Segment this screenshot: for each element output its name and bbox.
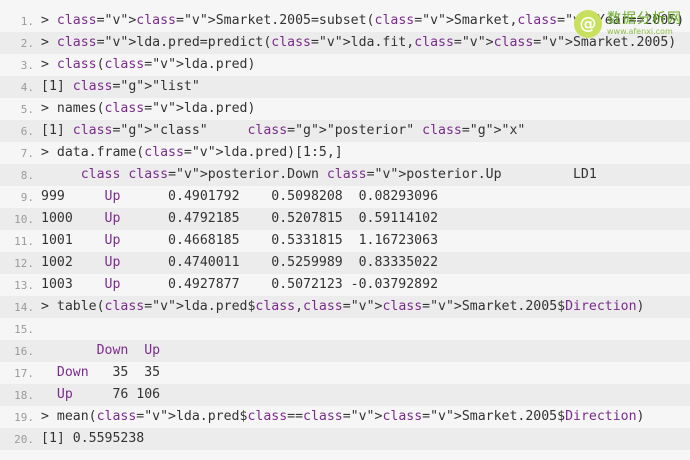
code-text: [1] 0.5595238 [41,431,145,446]
code-line: 4. [1] class="g">"list" [0,76,690,98]
code-text: > table(class="v">lda.pred$class,class="… [41,299,645,314]
code-text: 999 Up 0.4901792 0.5098208 0.08293096 [41,189,439,204]
line-number: 15. [14,322,34,336]
line-number: 9. [20,190,34,204]
line-number: 13. [14,278,34,292]
code-line: 18. Up 76 106 [0,384,690,406]
watermark-url: www.afenxi.com [607,27,673,36]
code-line: 16. Down Up [0,340,690,362]
line-number: 18. [14,388,34,402]
line-number: 3. [20,58,34,72]
code-text: > names(class="v">lda.pred) [41,101,256,116]
code-text: class class="v">posterior.Down class="v"… [80,167,597,182]
line-number: 1. [20,14,34,28]
line-number: 7. [20,146,34,160]
watermark-title: 数据分析网 [607,11,682,27]
line-number: 5. [20,102,34,116]
code-line: 5. > names(class="v">lda.pred) [0,98,690,120]
code-line: 8. class class="v">posterior.Down class=… [0,164,690,186]
code-text: [1] class="g">"list" [41,79,200,94]
line-number: 10. [14,212,34,226]
line-number: 8. [20,168,34,182]
code-text: 1003 Up 0.4927877 0.5072123 -0.03792892 [41,277,439,292]
code-line: 14. > table(class="v">lda.pred$class,clas… [0,296,690,318]
code-text: Down Up [96,343,161,358]
line-number: 20. [14,432,34,446]
code-line: 3. > class(class="v">lda.pred) [0,54,690,76]
line-number: 14. [14,300,34,314]
line-number: 4. [20,80,34,94]
line-number: 16. [14,344,34,358]
line-number: 12. [14,256,34,270]
code-text: > data.frame(class="v">lda.pred)[1:5,] [41,145,343,160]
code-line: 20. [1] 0.5595238 [0,428,690,450]
code-line: 7. > data.frame(class="v">lda.pred)[1:5,] [0,142,690,164]
code-text: 1001 Up 0.4668185 0.5331815 1.16723063 [41,233,439,248]
code-text: > mean(class="v">lda.pred$class==class="… [41,409,645,424]
code-text: 1000 Up 0.4792185 0.5207815 0.59114102 [41,211,439,226]
code-text: [1] class="g">"class" class="g">"posteri… [41,123,526,138]
code-line: 12. 1002 Up 0.4740011 0.5259989 0.8333502… [0,252,690,274]
code-text: 1002 Up 0.4740011 0.5259989 0.83335022 [41,255,439,270]
line-number: 11. [14,234,34,248]
line-number: 6. [20,124,34,138]
code-line: 17. Down 35 35 [0,362,690,384]
code-text: Down 35 35 [56,365,161,380]
code-lines: 1. > class="v">class="v">Smarket.2005=sub… [0,10,690,450]
line-number: 17. [14,366,34,380]
code-line: 11. 1001 Up 0.4668185 0.5331815 1.1672306… [0,230,690,252]
line-number: 2. [20,36,34,50]
code-line: 15. [0,318,690,340]
watermark-logo: @ 数据分析网 www.afenxi.com [574,10,682,38]
code-block: 1. > class="v">class="v">Smarket.2005=sub… [0,0,690,460]
code-text: > class(class="v">lda.pred) [41,57,256,72]
at-sign-icon: @ [574,10,602,38]
code-line: 19. > mean(class="v">lda.pred$class==clas… [0,406,690,428]
watermark-text: 数据分析网 www.afenxi.com [607,11,682,37]
code-line: 6. [1] class="g">"class" class="g">"poste… [0,120,690,142]
code-text: Up 76 106 [56,387,161,402]
code-line: 9. 999 Up 0.4901792 0.5098208 0.08293096 [0,186,690,208]
line-number: 19. [14,410,34,424]
code-line: 10. 1000 Up 0.4792185 0.5207815 0.5911410… [0,208,690,230]
code-line: 13. 1003 Up 0.4927877 0.5072123 -0.037928… [0,274,690,296]
